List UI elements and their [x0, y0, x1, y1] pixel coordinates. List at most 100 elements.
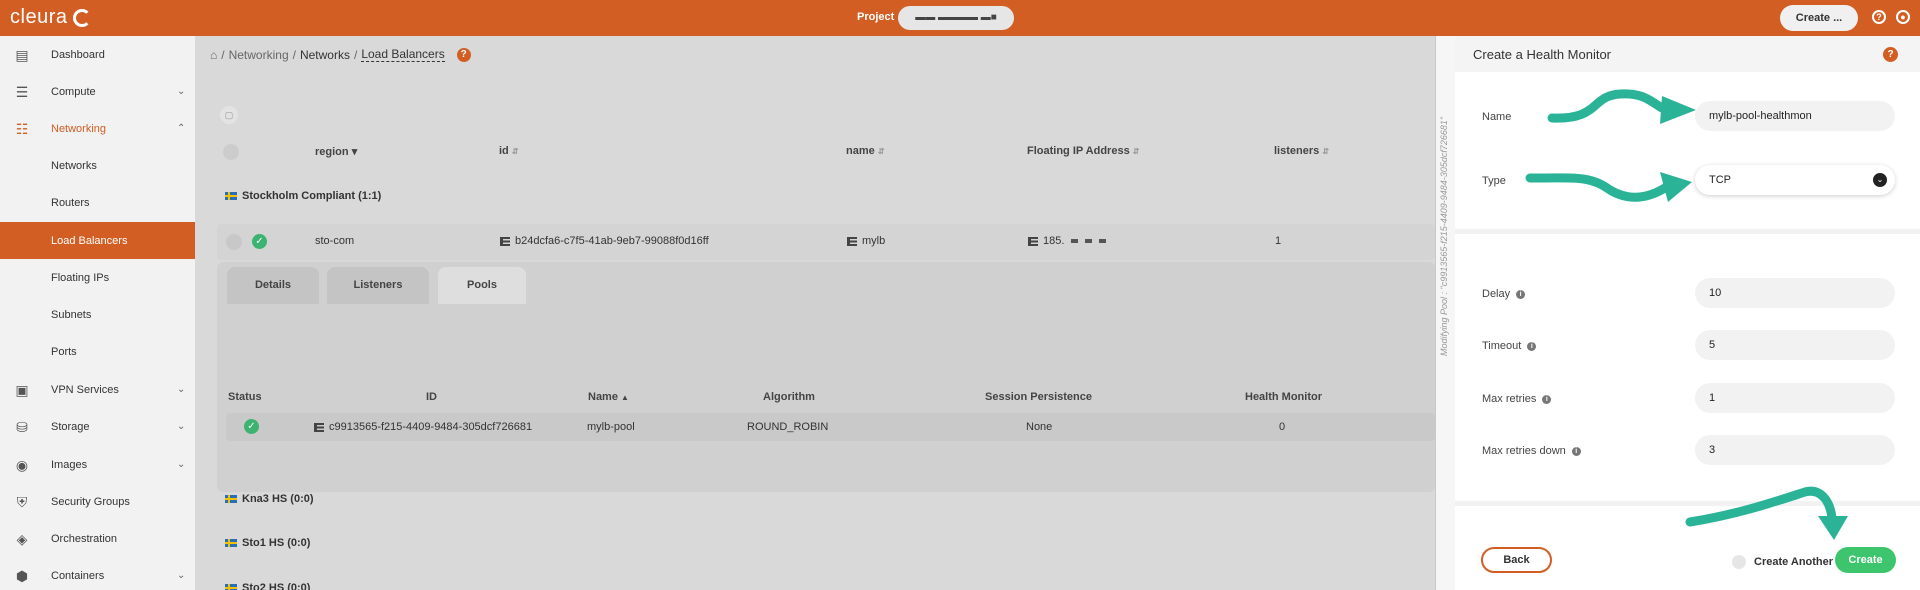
floating-ip-cell[interactable]: 185. [1028, 235, 1107, 247]
shield-icon: ⛨ [16, 493, 28, 510]
sidebar-item-vpn-services[interactable]: ▣ VPN Services ⌄ [0, 371, 195, 408]
sidebar-item-orchestration[interactable]: ◈ Orchestration [0, 520, 195, 557]
delay-field[interactable]: 10 [1695, 278, 1895, 308]
chart-icon: ▤ [15, 46, 29, 63]
breadcrumb-networks[interactable]: Networks [300, 48, 350, 62]
column-header-listeners[interactable]: listeners ⇵ [1274, 145, 1329, 157]
main-content: ⌂ / Networking / Networks / Load Balance… [195, 36, 1435, 590]
tab-details[interactable]: Details [227, 267, 319, 304]
orchestration-icon: ◈ [16, 530, 28, 547]
sidebar-item-label: Orchestration [51, 532, 118, 545]
region-group-label: Sto2 HS (0:0) [242, 582, 311, 590]
pool-header-status: Status [228, 391, 262, 403]
floating-ip-value: 185. [1043, 235, 1065, 247]
column-header-name[interactable]: name ⇵ [846, 145, 885, 157]
user-icon[interactable]: ● [1896, 10, 1910, 24]
project-select[interactable]: ▬▬ ▬▬▬▬ ▬■ [898, 6, 1014, 30]
sidebar-item-containers[interactable]: ⬢ Containers ⌄ [0, 557, 195, 590]
type-select[interactable]: TCP ⌄ [1695, 165, 1895, 195]
health-monitor-panel: Create a Health Monitor ? Name mylb-pool… [1455, 36, 1920, 590]
sweden-flag-icon [225, 192, 237, 200]
sidebar-item-subnets[interactable]: Subnets [0, 296, 195, 333]
sidebar-item-dashboard[interactable]: ▤ Dashboard [0, 36, 195, 73]
max-retries-down-label: Max retries down i [1482, 445, 1581, 457]
region-group-kna3[interactable]: Kna3 HS (0:0) [225, 493, 314, 505]
delay-label: Delay i [1482, 288, 1526, 300]
header-label: listeners [1274, 145, 1320, 157]
header-label: id [499, 145, 509, 157]
create-another-checkbox[interactable] [1732, 555, 1746, 569]
sidebar-item-label: VPN Services [51, 383, 119, 396]
sweden-flag-icon [225, 495, 237, 503]
sidebar-item-load-balancers[interactable]: Load Balancers [0, 222, 195, 259]
id-cell[interactable]: b24dcfa6-c7f5-41ab-9eb7-99088f0d16ff [500, 235, 709, 247]
max-retries-field[interactable]: 1 [1695, 383, 1895, 413]
region-group-label: Stockholm Compliant (1:1) [242, 190, 382, 202]
chevron-down-icon: ⌄ [1873, 173, 1887, 187]
status-ok-icon: ✓ [244, 419, 259, 434]
timeout-field[interactable]: 5 [1695, 330, 1895, 360]
max-retries-label: Max retries i [1482, 393, 1552, 405]
sidebar-item-ports[interactable]: Ports [0, 333, 195, 370]
tab-listeners[interactable]: Listeners [327, 267, 429, 304]
info-icon[interactable]: i [1571, 446, 1581, 456]
max-retries-down-field[interactable]: 3 [1695, 435, 1895, 465]
modifying-pool-label: Modifying Pool : "c9913565-f215-4409-948… [1439, 116, 1449, 356]
help-icon[interactable]: ? [456, 47, 471, 62]
sidebar-item-images[interactable]: ◉ Images ⌄ [0, 446, 195, 483]
field-label-text: Max retries [1482, 393, 1537, 405]
name-cell[interactable]: mylb [847, 235, 885, 247]
table-row[interactable]: ✓ sto-com b24dcfa6-c7f5-41ab-9eb7-99088f… [217, 224, 1435, 260]
sidebar-item-label: Containers [51, 569, 105, 582]
pool-id-cell[interactable]: c9913565-f215-4409-9484-305dcf726681 [314, 421, 532, 433]
create-menu-button[interactable]: Create ... [1780, 5, 1858, 31]
sidebar-item-label: Subnets [51, 308, 92, 321]
info-icon[interactable]: i [1516, 289, 1526, 299]
breadcrumb: ⌂ / Networking / Networks / Load Balance… [210, 47, 471, 62]
trash-icon[interactable]: ▢ [220, 106, 238, 124]
back-button[interactable]: Back [1481, 547, 1552, 573]
column-header-region[interactable]: region ▾ [315, 145, 357, 158]
breadcrumb-current: Load Balancers [361, 47, 445, 62]
list-icon [847, 236, 857, 246]
sidebar-item-storage[interactable]: ⛁ Storage ⌄ [0, 408, 195, 445]
list-icon [1028, 236, 1038, 246]
cleura-logo[interactable]: cleura [10, 6, 92, 29]
help-icon[interactable]: ? [1883, 47, 1898, 62]
info-icon[interactable]: i [1542, 394, 1552, 404]
column-header-floating-ip[interactable]: Floating IP Address ⇵ [1027, 145, 1139, 157]
sidebar-item-label: Networking [51, 122, 107, 135]
region-group-stockholm[interactable]: Stockholm Compliant (1:1) [225, 190, 381, 202]
chevron-down-icon: ⌄ [177, 421, 186, 432]
info-icon[interactable]: i [1527, 341, 1537, 351]
create-another-label[interactable]: Create Another [1754, 556, 1833, 568]
sidebar-item-label: Ports [51, 345, 77, 358]
sidebar-item-floating-ips[interactable]: Floating IPs [0, 259, 195, 296]
redacted-mark [1071, 239, 1079, 243]
name-value: mylb [862, 235, 886, 247]
pool-id-value: c9913565-f215-4409-9484-305dcf726681 [329, 421, 533, 433]
breadcrumb-separator: / [221, 47, 225, 62]
pool-row[interactable]: ✓ c9913565-f215-4409-9484-305dcf726681 m… [226, 413, 1435, 441]
row-checkbox[interactable] [226, 234, 242, 250]
home-icon[interactable]: ⌂ [210, 48, 217, 62]
create-button[interactable]: Create [1835, 547, 1896, 573]
select-all-checkbox[interactable] [223, 144, 239, 160]
region-group-sto1[interactable]: Sto1 HS (0:0) [225, 537, 310, 549]
breadcrumb-networking[interactable]: Networking [229, 48, 289, 62]
region-group-sto2[interactable]: Sto2 HS (0:0) [225, 582, 310, 590]
tab-pools[interactable]: Pools [438, 267, 526, 304]
name-field[interactable]: mylb-pool-healthmon [1695, 101, 1895, 131]
sidebar-item-security-groups[interactable]: ⛨ Security Groups [0, 483, 195, 520]
field-label-text: Max retries down [1482, 445, 1566, 457]
column-header-id[interactable]: id ⇵ [499, 145, 519, 157]
type-selected-value: TCP [1709, 174, 1731, 186]
sidebar-item-compute[interactable]: ☰ Compute ⌄ [0, 73, 195, 110]
pool-header-name[interactable]: Name ▲ [588, 391, 629, 403]
sidebar-item-networking[interactable]: ☷ Networking ⌃ [0, 110, 195, 147]
sidebar-item-networks[interactable]: Networks [0, 147, 195, 184]
header-label: Name [588, 391, 618, 403]
pool-header-id: ID [426, 391, 437, 403]
sidebar-item-routers[interactable]: Routers [0, 184, 195, 221]
help-icon[interactable]: ? [1872, 10, 1886, 24]
